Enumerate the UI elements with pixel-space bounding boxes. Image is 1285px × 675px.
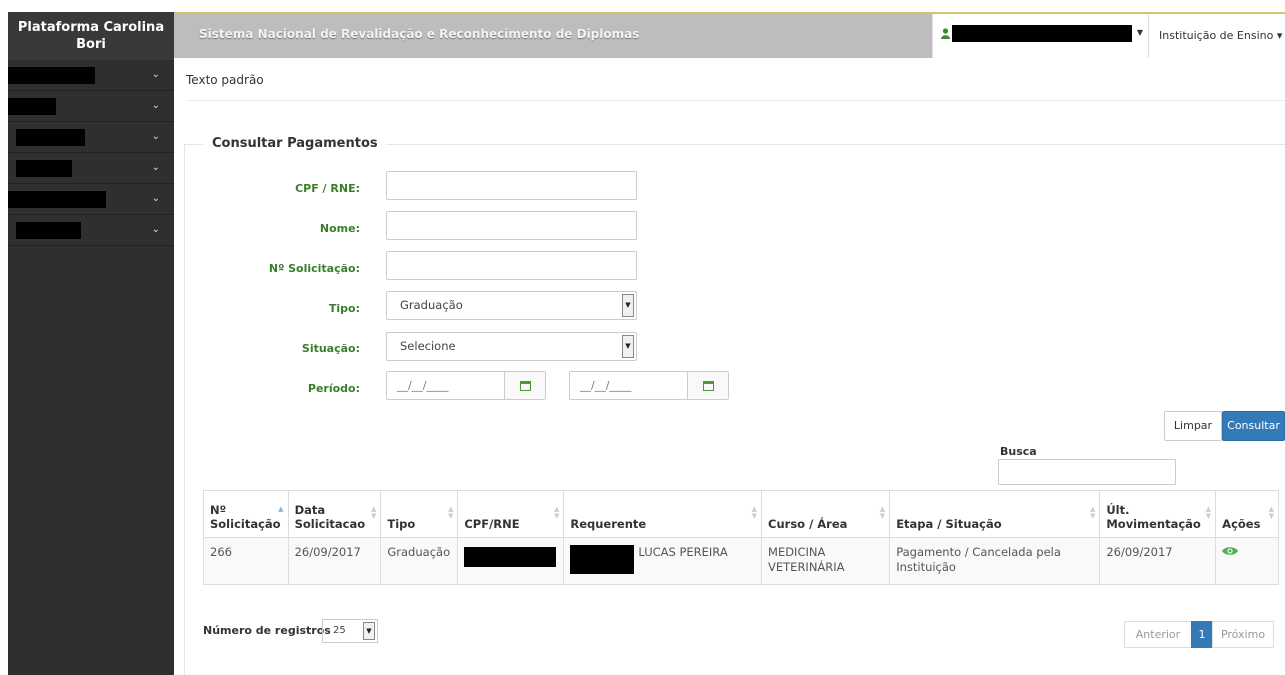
brand-title: Plataforma Carolina Bori [8, 12, 174, 60]
chevron-down-icon: ⌄ [151, 193, 160, 204]
chevron-down-icon: ⌄ [151, 131, 160, 142]
cell-acoes [1215, 537, 1279, 585]
sort-icon: ▲ ▼ [879, 505, 886, 520]
solicitacao-label: Nº Solicitação: [268, 262, 360, 275]
search-fieldset: Consultar Pagamentos CPF / RNE: Nome: Nº… [184, 136, 1285, 675]
table-row: 266 26/09/2017 Graduação LUCAS PEREIRA M… [203, 537, 1279, 585]
nome-input[interactable] [386, 211, 637, 240]
periodo-start-field[interactable]: __/__/____ [386, 371, 546, 400]
requerente-name: LUCAS PEREIRA [638, 545, 728, 559]
redacted-label [8, 191, 106, 208]
col-header[interactable]: Etapa / Situação ▲ ▼ [889, 490, 1101, 538]
sort-icon: ▲ ▼ [370, 505, 377, 520]
fieldset-legend: Consultar Pagamentos [203, 136, 387, 151]
sidebar-item-4[interactable]: ⌄ [8, 153, 174, 184]
periodo-label: Período: [307, 382, 360, 395]
periodo-end-field[interactable]: __/__/____ [569, 371, 729, 400]
redacted-label [8, 98, 56, 115]
cpf-input[interactable] [386, 171, 637, 200]
sort-icon: ▲ ▼ [553, 505, 560, 520]
prev-page-button[interactable]: Anterior [1124, 621, 1192, 648]
redacted-label [16, 160, 72, 177]
results-table: Nº Solicitação ▲ Data Solicitacao ▲ ▼ Tipo ▲… [203, 490, 1279, 585]
tipo-label: Tipo: [328, 302, 360, 315]
clear-button[interactable]: Limpar [1164, 411, 1222, 441]
col-header[interactable]: Últ. Movimentação ▲ ▼ [1099, 490, 1217, 538]
sidebar-item-6[interactable]: ⌄ [8, 215, 174, 246]
caret-down-icon: ▼ [363, 622, 375, 640]
redacted-username [952, 25, 1132, 42]
eye-icon[interactable] [1222, 545, 1239, 559]
registros-value: 25 [333, 625, 346, 636]
cell-ult-mov: 26/09/2017 [1099, 537, 1217, 585]
redacted-name [570, 545, 635, 574]
busca-label: Busca [1000, 445, 1037, 458]
next-page-button[interactable]: Próximo [1212, 621, 1274, 648]
caret-down-icon: ▼ [622, 335, 634, 358]
caret-down-icon: ▼ [1136, 28, 1143, 37]
cell-data: 26/09/2017 [287, 537, 382, 585]
sort-icon: ▲ ▼ [1268, 505, 1274, 520]
breadcrumb: Texto padrão [186, 73, 264, 87]
col-header[interactable]: Data Solicitacao ▲ ▼ [287, 490, 382, 538]
user-icon [941, 28, 950, 42]
cell-cpf [457, 537, 565, 585]
sort-icon: ▲ ▼ [751, 505, 758, 520]
situacao-label: Situação: [301, 342, 360, 355]
col-header[interactable]: Curso / Área ▲ ▼ [761, 490, 891, 538]
sidebar-item-5[interactable]: ⌄ [8, 184, 174, 215]
sort-icon: ▲ ▼ [1089, 505, 1096, 520]
redacted-label [16, 129, 85, 146]
redacted-label [8, 67, 95, 84]
nome-label: Nome: [319, 222, 360, 235]
tipo-select[interactable]: Graduação ▼ [386, 291, 637, 320]
chevron-down-icon: ⌄ [151, 100, 160, 111]
col-header[interactable]: Ações ▲ ▼ [1215, 490, 1279, 538]
calendar-icon[interactable] [504, 372, 545, 399]
col-header[interactable]: Tipo ▲ ▼ [380, 490, 459, 538]
col-header[interactable]: Requerente ▲ ▼ [563, 490, 763, 538]
registros-label: Número de registros [203, 624, 331, 637]
chevron-down-icon: ⌄ [151, 224, 160, 235]
sort-icon: ▲ ▼ [1205, 505, 1212, 520]
divider [186, 100, 1285, 101]
sidebar-item-1[interactable]: ⌄ [8, 60, 174, 91]
redacted-cpf [464, 547, 557, 567]
situacao-select[interactable]: Selecione ▼ [386, 332, 637, 361]
caret-down-icon: ▼ [622, 294, 634, 317]
cell-requerente: LUCAS PEREIRA [563, 537, 763, 585]
system-title: Sistema Nacional de Revalidação e Reconh… [199, 27, 640, 41]
cell-solicitacao: 266 [203, 537, 289, 585]
sort-icon: ▲ [278, 505, 284, 513]
sidebar-item-2[interactable]: ⌄ [8, 91, 174, 122]
sort-icon: ▲ ▼ [447, 505, 454, 520]
sidebar: Plataforma Carolina Bori ⌄ ⌄ ⌄ ⌄ ⌄ ⌄ [8, 12, 174, 675]
solicitacao-input[interactable] [386, 251, 637, 280]
calendar-icon[interactable] [687, 372, 728, 399]
date-mask: __/__/____ [397, 379, 449, 392]
cell-etapa: Pagamento / Cancelada pela Instituição [889, 537, 1101, 585]
main-content: Texto padrão Consultar Pagamentos CPF / … [174, 58, 1285, 675]
tipo-value: Graduação [400, 298, 463, 312]
col-header[interactable]: Nº Solicitação ▲ [203, 490, 289, 538]
cell-tipo: Graduação [380, 537, 459, 585]
search-button[interactable]: Consultar [1222, 411, 1285, 441]
chevron-down-icon: ⌄ [151, 162, 160, 173]
redacted-label [16, 222, 81, 239]
page-1-button[interactable]: 1 [1191, 621, 1213, 648]
cpf-label: CPF / RNE: [295, 182, 360, 195]
registros-select[interactable]: 25 ▼ [322, 619, 378, 643]
date-mask: __/__/____ [580, 379, 632, 392]
sidebar-item-3[interactable]: ⌄ [8, 122, 174, 153]
chevron-down-icon: ⌄ [151, 69, 160, 80]
top-header: Sistema Nacional de Revalidação e Reconh… [174, 12, 1285, 58]
institution-menu[interactable]: Instituição de Ensino ▾ [1148, 14, 1285, 58]
situacao-value: Selecione [400, 339, 456, 353]
user-menu[interactable]: ▼ [932, 14, 1148, 58]
cell-curso: MEDICINA VETERINÁRIA [761, 537, 891, 585]
busca-input[interactable] [998, 459, 1176, 485]
col-header[interactable]: CPF/RNE ▲ ▼ [457, 490, 565, 538]
